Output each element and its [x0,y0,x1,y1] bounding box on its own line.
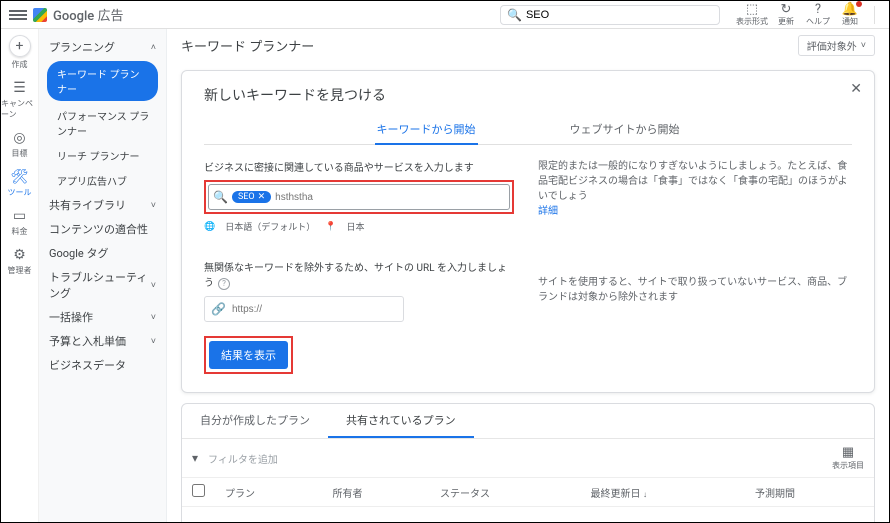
page-title: キーワード プランナー [181,36,314,55]
plans-table: プラン 所有者 ステータス 最終更新日 ↓ 予測期間 [182,478,874,507]
rail-create[interactable]: +作成 [9,35,31,70]
url-text-input[interactable] [232,304,397,315]
goals-icon: ◎ [13,130,25,146]
link-icon: 🔗 [211,302,226,316]
refresh-button[interactable]: ↻更新 [772,3,800,27]
bell-icon: 🔔 [842,3,858,16]
url-input-label: 無関係なキーワードを除外するため、サイトの URL を入力しましょう [204,259,514,290]
rail-billing[interactable]: ▭料金 [12,208,28,237]
keyword-input[interactable]: 🔍 SEO✕ [208,184,510,210]
left-rail: +作成 ☰キャンペーン ◎目標 🛠ツール ▭料金 ⚙管理者 [1,29,39,522]
help-button[interactable]: ?ヘルプ [804,3,832,27]
sort-desc-icon: ↓ [643,490,647,499]
sidebar-item-keyword-planner[interactable]: キーワード プランナー [47,61,158,101]
display-mode-button[interactable]: ⬚表示形式 [736,3,768,27]
col-plan[interactable]: プラン [215,478,323,507]
location-icon: 📍 [325,222,336,232]
chevron-down-icon: ˅ [151,312,156,323]
plans-panel: 自分が作成したプラン 共有されているプラン ▾ フィルタを追加 ▦表示項目 プラ… [181,403,875,522]
billing-icon: ▭ [13,208,26,224]
tab-start-with-website[interactable]: ウェブサイトから開始 [568,115,682,145]
url-tip-text: サイトを使用すると、サイトで取り扱っていないサービス、商品、ブランドは対象から除… [538,275,852,305]
learn-more-link[interactable]: 詳細 [538,204,852,219]
sidebar-item-performance-planner[interactable]: パフォーマンス プランナー [39,103,166,143]
plus-icon: + [9,35,31,57]
chevron-down-icon: ˅ [861,40,866,51]
rail-campaigns[interactable]: ☰キャンペーン [1,80,38,120]
main: キーワード プランナー 評価対象外˅ ✕ 新しいキーワードを見つける キーワード… [167,29,889,522]
refresh-icon: ↻ [781,3,792,16]
close-button[interactable]: ✕ [850,81,862,97]
chip-remove-icon[interactable]: ✕ [258,192,266,202]
keyword-chip[interactable]: SEO✕ [232,191,271,203]
highlight-box: 結果を表示 [204,336,293,374]
scope-button[interactable]: 評価対象外˅ [798,35,875,56]
help-icon: ? [815,3,821,16]
header-search[interactable]: 🔍 [500,5,720,25]
chevron-down-icon: ˅ [151,336,156,347]
chevron-up-icon: ˄ [151,42,156,53]
sidebar-item-app-hub[interactable]: アプリ広告ハブ [39,168,166,193]
admin-icon: ⚙ [13,247,26,263]
tab-shared-plans[interactable]: 共有されているプラン [328,404,474,438]
card-title: 新しいキーワードを見つける [204,85,852,105]
show-results-button[interactable]: 結果を表示 [209,341,288,369]
sidebar-group-troubleshoot[interactable]: トラブルシューティング˅ [39,265,166,305]
brand-name: Google 広告 [53,5,124,24]
empty-state-text: 新しいキーワード候補を探し、検索ボリュームを取得し、プランを作成しましょう [182,507,874,522]
highlight-box: 🔍 SEO✕ [204,180,514,214]
notifications-button[interactable]: 🔔通知 [836,3,864,27]
sidebar-group-planning[interactable]: プランニング˄ [39,35,166,59]
keyword-text-input[interactable] [275,192,505,203]
columns-button[interactable]: ▦表示項目 [832,445,864,471]
col-updated[interactable]: 最終更新日 ↓ [581,478,745,507]
keyword-tip-text: 限定的または一般的になりすぎないようにしましょう。たとえば、食品宅配ビジネスの場… [538,159,852,204]
search-icon: 🔍 [507,8,522,22]
chevron-down-icon: ˅ [151,200,156,211]
help-tooltip-icon[interactable] [214,278,230,289]
col-owner[interactable]: 所有者 [323,478,431,507]
display-mode-icon: ⬚ [746,3,758,16]
select-all-checkbox[interactable] [192,484,205,497]
search-icon: 🔍 [213,190,228,204]
filter-placeholder[interactable]: フィルタを追加 [208,451,278,466]
google-ads-logo [33,8,47,22]
rail-goals[interactable]: ◎目標 [12,130,28,159]
sidebar-group-business-data[interactable]: ビジネスデータ [39,353,166,377]
location-selector[interactable]: 日本 [346,220,364,233]
filter-icon[interactable]: ▾ [192,451,198,465]
tools-icon: 🛠 [11,169,29,185]
language-selector[interactable]: 日本語（デフォルト） [225,220,315,233]
sidebar-group-shared-library[interactable]: 共有ライブラリ˅ [39,193,166,217]
hamburger-menu-icon[interactable] [9,10,27,20]
language-icon: 🌐 [204,222,215,232]
divider [874,6,875,24]
sidebar-group-google-tag[interactable]: Google タグ [39,241,166,265]
sidebar-group-budget[interactable]: 予算と入札単価˅ [39,329,166,353]
keyword-input-label: ビジネスに密接に関連している商品やサービスを入力します [204,159,514,174]
sidebar-group-bulk[interactable]: 一括操作˅ [39,305,166,329]
sidebar-group-content-suitability[interactable]: コンテンツの適合性 [39,217,166,241]
col-status[interactable]: ステータス [430,478,581,507]
sidebar: プランニング˄ キーワード プランナー パフォーマンス プランナー リーチ プラ… [39,29,167,522]
tab-start-with-keywords[interactable]: キーワードから開始 [375,115,478,145]
rail-admin[interactable]: ⚙管理者 [8,247,32,276]
find-keywords-card: ✕ 新しいキーワードを見つける キーワードから開始 ウェブサイトから開始 ビジネ… [181,70,875,393]
url-input[interactable]: 🔗 [204,296,404,322]
sidebar-item-reach-planner[interactable]: リーチ プランナー [39,143,166,168]
columns-icon: ▦ [832,445,864,460]
chevron-down-icon: ˅ [151,280,156,291]
rail-tools[interactable]: 🛠ツール [8,169,32,198]
header-search-input[interactable] [526,9,713,21]
col-forecast[interactable]: 予測期間 [745,478,874,507]
tab-my-plans[interactable]: 自分が作成したプラン [182,404,328,438]
campaigns-icon: ☰ [13,80,26,96]
